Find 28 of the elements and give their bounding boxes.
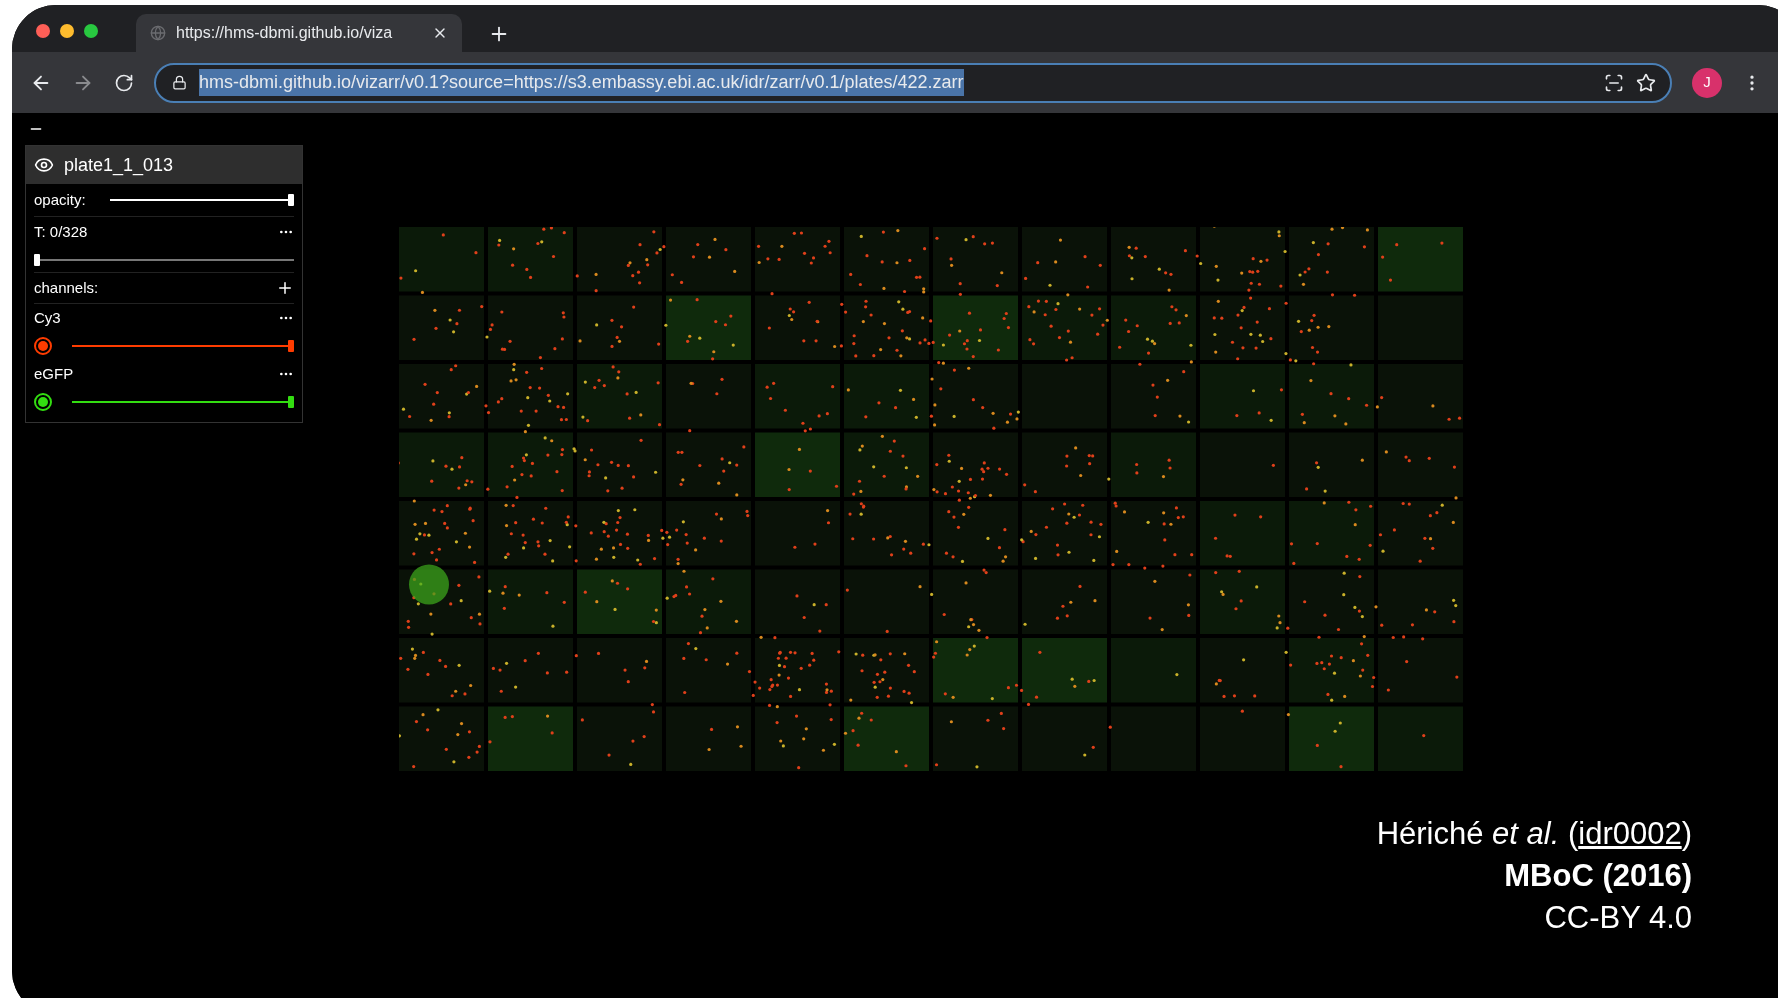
- add-channel-icon[interactable]: [276, 279, 294, 297]
- time-label: T: 0/328: [34, 221, 88, 242]
- address-bar[interactable]: hms-dbmi.github.io/vizarr/v0.1?source=https://s3.embassy.ebi.ac.uk/idr/zarr/v0.1/plates/422.zarr: [154, 62, 1672, 103]
- globe-icon: [150, 25, 166, 41]
- dataset-link[interactable]: idr0002: [1578, 816, 1682, 851]
- channel-name: eGFP: [34, 363, 74, 384]
- citation-text: Hériché et al. (idr0002): [1376, 815, 1692, 853]
- opacity-slider[interactable]: [109, 194, 294, 206]
- reload-icon[interactable]: [114, 72, 134, 93]
- channel-name: Cy3: [34, 307, 61, 328]
- address-text: hms-dbmi.github.io/vizarr/v0.1?source=https://s3.embassy.ebi.ac.uk/idr/zarr/v0.1/plates/422.zarr: [199, 69, 964, 96]
- channel-toggle[interactable]: [34, 337, 52, 355]
- time-slider[interactable]: [34, 253, 294, 266]
- journal-year-text: MBoC (2016): [1504, 857, 1692, 895]
- lock-icon: [172, 75, 187, 90]
- layer-name: plate1_1_013: [64, 153, 174, 178]
- channel-range-slider[interactable]: [72, 396, 294, 408]
- bookmark-star-icon[interactable]: [1636, 72, 1656, 93]
- channel-toggle[interactable]: [34, 393, 52, 411]
- channel-range-slider[interactable]: [72, 340, 294, 352]
- profile-avatar[interactable]: J: [1692, 67, 1722, 98]
- qr-code-icon[interactable]: [1604, 72, 1624, 93]
- license-text: CC-BY 4.0: [1544, 899, 1692, 937]
- browser-tab[interactable]: https://hms-dbmi.github.io/viza: [136, 14, 462, 52]
- tab-title: https://hms-dbmi.github.io/viza: [176, 23, 394, 43]
- opacity-label: opacity:: [34, 189, 86, 210]
- channels-label: channels:: [34, 277, 99, 298]
- visibility-eye-icon[interactable]: [34, 155, 54, 175]
